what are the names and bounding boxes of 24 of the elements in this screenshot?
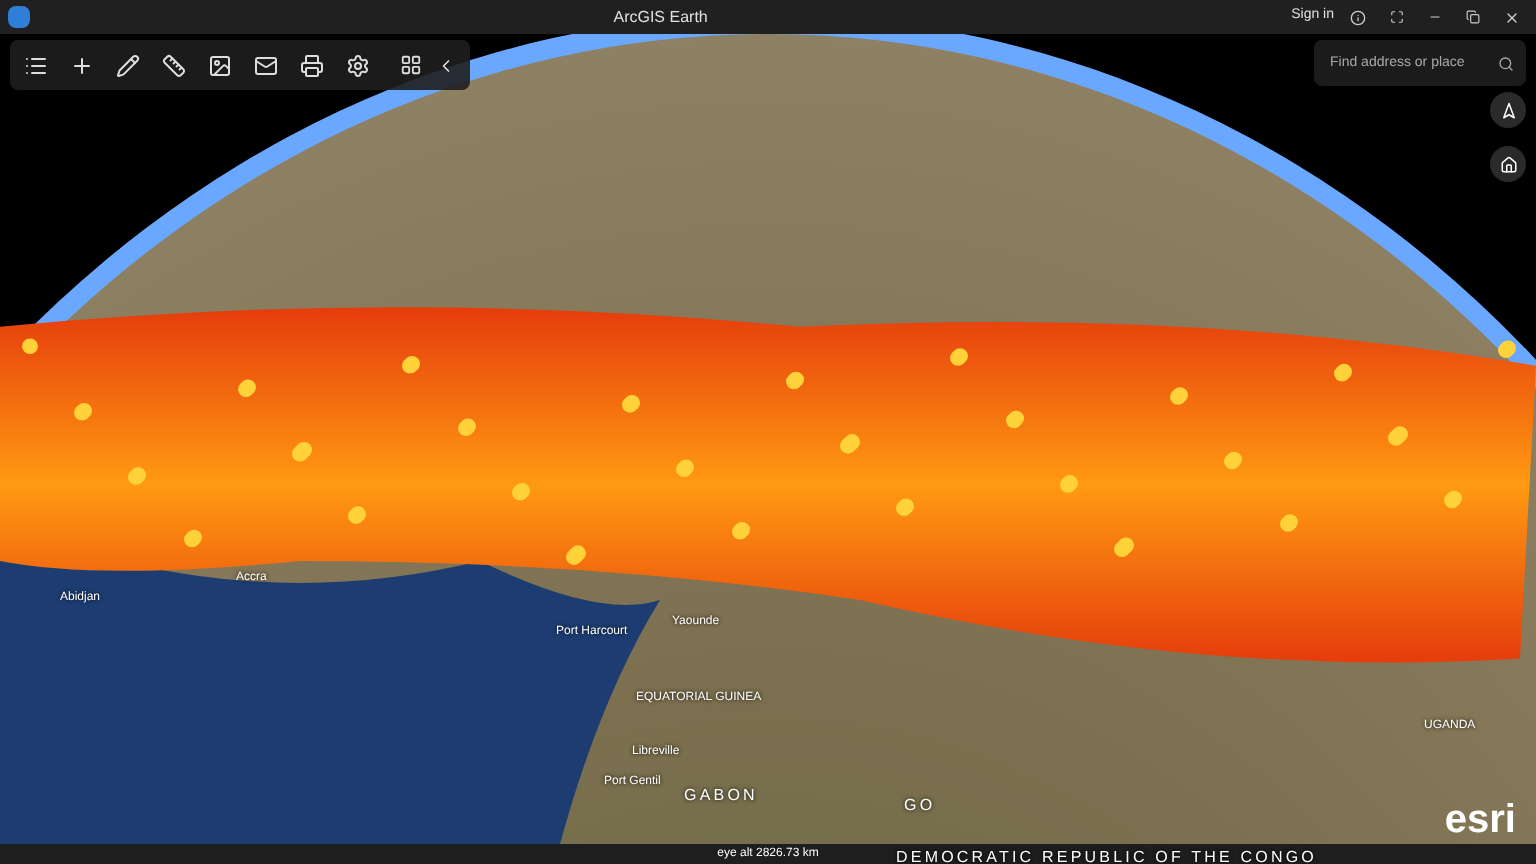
- home-button[interactable]: [1490, 146, 1526, 182]
- map-label: GABON: [684, 784, 758, 808]
- ruler-icon[interactable]: [162, 53, 186, 77]
- mail-icon[interactable]: [254, 53, 278, 77]
- restore-icon[interactable]: [1466, 10, 1480, 24]
- map-label: DEMOCRATIC REPUBLIC OF THE CONGO: [896, 846, 1317, 864]
- minimize-icon[interactable]: [1428, 10, 1442, 24]
- search-icon[interactable]: [1498, 56, 1514, 72]
- image-icon[interactable]: [208, 53, 232, 77]
- close-icon[interactable]: [1504, 9, 1520, 25]
- settings-icon[interactable]: [346, 53, 370, 77]
- window-title: ArcGIS Earth: [611, 5, 710, 29]
- home-icon: [1499, 155, 1517, 173]
- esri-logo: esri: [1444, 800, 1516, 840]
- grid-icon[interactable]: [400, 54, 422, 76]
- map-label: GO: [904, 794, 936, 818]
- plus-icon[interactable]: [70, 53, 94, 77]
- app-logo-icon: [8, 6, 30, 28]
- north-arrow-icon: [1499, 101, 1517, 119]
- compass-button[interactable]: [1490, 92, 1526, 128]
- printer-icon[interactable]: [300, 53, 324, 77]
- pencil-icon[interactable]: [116, 53, 140, 77]
- info-icon[interactable]: [1350, 9, 1366, 25]
- fullscreen-icon[interactable]: [1390, 10, 1404, 24]
